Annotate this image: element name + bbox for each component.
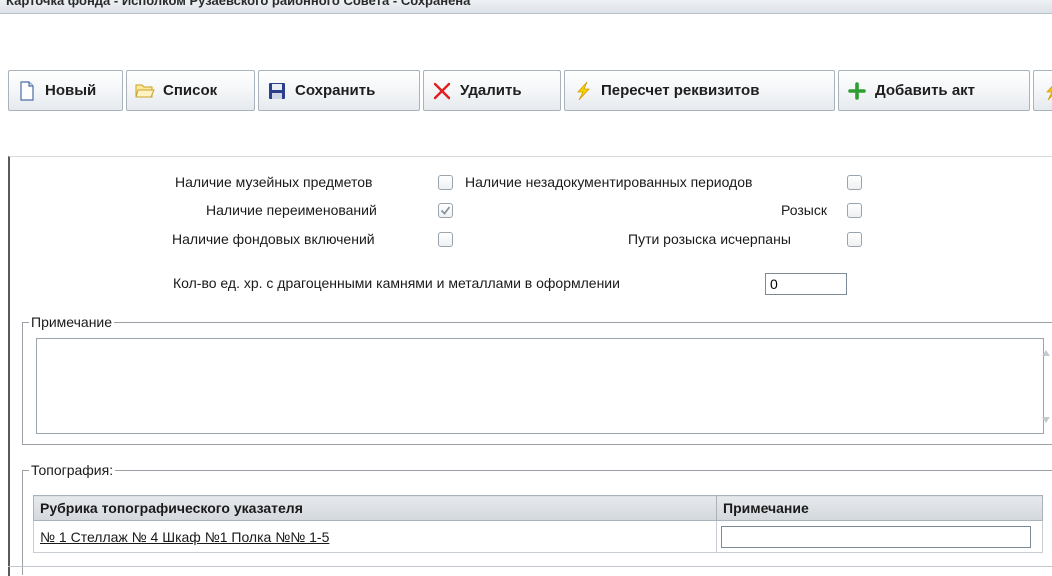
overflow-tool-icon xyxy=(1046,85,1052,100)
toolbar: Новый Список Сохранить Удалить Пересчет … xyxy=(0,70,1052,113)
checkmark-icon xyxy=(440,206,451,215)
fund-inclusions-checkbox[interactable] xyxy=(438,232,453,247)
topography-table: Рубрика топографического указателя Приме… xyxy=(33,495,1043,553)
new-button-label: Новый xyxy=(45,82,97,99)
list-button-label: Список xyxy=(163,82,218,99)
plus-icon xyxy=(848,81,866,100)
table-row: № 1 Стеллаж № 4 Шкаф №1 Полка №№ 1-5 xyxy=(33,520,1043,553)
renamings-checkbox[interactable] xyxy=(438,203,453,218)
note-column-header: Примечание xyxy=(716,495,1043,521)
new-button[interactable]: Новый xyxy=(8,70,123,111)
bottom-divider xyxy=(8,566,1052,567)
search-exhausted-checkbox[interactable] xyxy=(847,232,862,247)
undocumented-periods-checkbox[interactable] xyxy=(847,175,862,190)
museum-items-label: Наличие музейных предметов xyxy=(175,174,373,190)
rubric-link[interactable]: № 1 Стеллаж № 4 Шкаф №1 Полка №№ 1-5 xyxy=(40,529,329,545)
rubric-column-header: Рубрика топографического указателя xyxy=(33,495,717,521)
delete-button-label: Удалить xyxy=(460,82,522,99)
renamings-label: Наличие переименований xyxy=(206,202,377,218)
note-legend: Примечание xyxy=(31,314,113,330)
row-note-input[interactable] xyxy=(721,525,1031,548)
window-title: Карточка фонда - Исполком Рузаевского ра… xyxy=(6,0,471,8)
add-act-button-label: Добавить акт xyxy=(875,82,976,99)
delete-button[interactable]: Удалить xyxy=(423,70,561,111)
new-document-icon xyxy=(20,80,34,101)
window-title-bar: Карточка фонда - Исполком Рузаевского ра… xyxy=(0,0,1052,14)
floppy-disk-icon xyxy=(269,82,285,99)
search-label: Розыск xyxy=(781,202,827,218)
delete-cross-icon xyxy=(433,82,451,99)
scroll-up-icon[interactable] xyxy=(1040,347,1052,359)
list-button[interactable]: Список xyxy=(126,70,255,111)
note-textarea[interactable] xyxy=(36,338,1044,434)
topography-legend: Топография: xyxy=(31,462,114,478)
lightning-icon xyxy=(577,81,590,100)
save-button[interactable]: Сохранить xyxy=(258,70,420,111)
save-button-label: Сохранить xyxy=(295,82,376,99)
undocumented-periods-label: Наличие незадокументированных периодов xyxy=(465,174,753,190)
precious-count-label: Кол-во ед. хр. с драгоценными камнями и … xyxy=(173,275,620,291)
add-act-button[interactable]: Добавить акт xyxy=(838,70,1030,111)
scroll-down-icon[interactable] xyxy=(1040,414,1052,426)
search-checkbox[interactable] xyxy=(847,203,862,218)
museum-items-checkbox[interactable] xyxy=(438,175,453,190)
precious-count-input[interactable] xyxy=(765,273,847,295)
fund-inclusions-label: Наличие фондовых включений xyxy=(172,231,375,247)
more-button[interactable] xyxy=(1033,70,1052,111)
folder-open-icon xyxy=(135,84,155,97)
recalc-button-label: Пересчет реквизитов xyxy=(601,82,760,99)
search-exhausted-label: Пути розыска исчерпаны xyxy=(628,231,791,247)
recalc-button[interactable]: Пересчет реквизитов xyxy=(564,70,835,111)
